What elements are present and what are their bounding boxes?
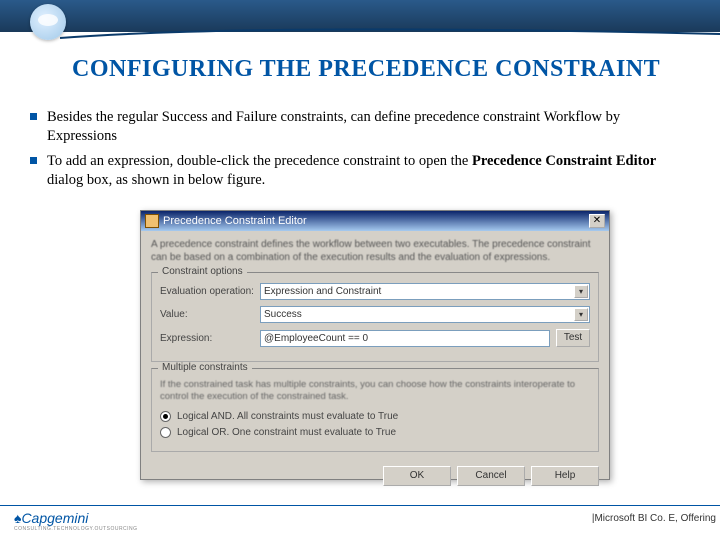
- dialog-icon: [145, 214, 159, 228]
- bullet-item: Besides the regular Success and Failure …: [30, 108, 690, 146]
- bullet-square-icon: [30, 113, 37, 120]
- slide-title: CONFIGURING THE PRECEDENCE CONSTRAINT: [72, 56, 660, 83]
- bullet-text: Besides the regular Success and Failure …: [47, 108, 690, 146]
- footer-divider: [0, 505, 720, 506]
- expression-value: @EmployeeCount == 0: [264, 333, 368, 344]
- ok-button[interactable]: OK: [383, 466, 451, 486]
- dialog-titlebar[interactable]: Precedence Constraint Editor ✕: [141, 211, 609, 231]
- value-select[interactable]: Success ▾: [260, 306, 590, 323]
- value-label: Value:: [160, 309, 260, 320]
- bullet-square-icon: [30, 157, 37, 164]
- swoosh-divider: [60, 28, 720, 48]
- eval-operation-select[interactable]: Expression and Constraint ▾: [260, 283, 590, 300]
- spade-icon: ♠: [14, 510, 21, 526]
- brand-logo: ♠Capgemini CONSULTING.TECHNOLOGY.OUTSOUR…: [14, 510, 138, 532]
- multiple-constraints-desc: If the constrained task has multiple con…: [160, 379, 590, 403]
- multiple-constraints-group: Multiple constraints If the constrained …: [151, 368, 599, 452]
- bullet-list: Besides the regular Success and Failure …: [30, 108, 690, 195]
- precedence-constraint-editor-dialog: Precedence Constraint Editor ✕ A precede…: [140, 210, 610, 480]
- radio-icon[interactable]: [160, 427, 171, 438]
- eval-operation-label: Evaluation operation:: [160, 286, 260, 297]
- constraint-options-group: Constraint options Evaluation operation:…: [151, 272, 599, 362]
- radio-label: Logical AND. All constraints must evalua…: [177, 411, 398, 422]
- dialog-title-text: Precedence Constraint Editor: [163, 215, 307, 227]
- radio-label: Logical OR. One constraint must evaluate…: [177, 427, 396, 438]
- dialog-description: A precedence constraint defines the work…: [151, 239, 599, 264]
- brand-name: Capgemini: [21, 510, 88, 526]
- bullet-text: To add an expression, double-click the p…: [47, 152, 690, 190]
- expression-label: Expression:: [160, 333, 260, 344]
- radio-logical-or[interactable]: Logical OR. One constraint must evaluate…: [160, 427, 590, 438]
- expression-input[interactable]: @EmployeeCount == 0: [260, 330, 550, 347]
- radio-logical-and[interactable]: Logical AND. All constraints must evalua…: [160, 411, 590, 422]
- help-button[interactable]: Help: [531, 466, 599, 486]
- group-legend: Multiple constraints: [158, 362, 252, 373]
- chevron-down-icon[interactable]: ▾: [574, 308, 588, 321]
- radio-icon[interactable]: [160, 411, 171, 422]
- value-value: Success: [264, 309, 302, 320]
- group-legend: Constraint options: [158, 266, 247, 277]
- cancel-button[interactable]: Cancel: [457, 466, 525, 486]
- dialog-button-row: OK Cancel Help: [141, 462, 609, 494]
- chevron-down-icon[interactable]: ▾: [574, 285, 588, 298]
- eval-operation-value: Expression and Constraint: [264, 286, 381, 297]
- close-icon[interactable]: ✕: [589, 214, 605, 228]
- brand-tagline: CONSULTING.TECHNOLOGY.OUTSOURCING: [14, 526, 138, 532]
- test-button[interactable]: Test: [556, 329, 590, 347]
- footer-right-text: |Microsoft BI Co. E, Offering: [592, 513, 716, 524]
- bullet-item: To add an expression, double-click the p…: [30, 152, 690, 190]
